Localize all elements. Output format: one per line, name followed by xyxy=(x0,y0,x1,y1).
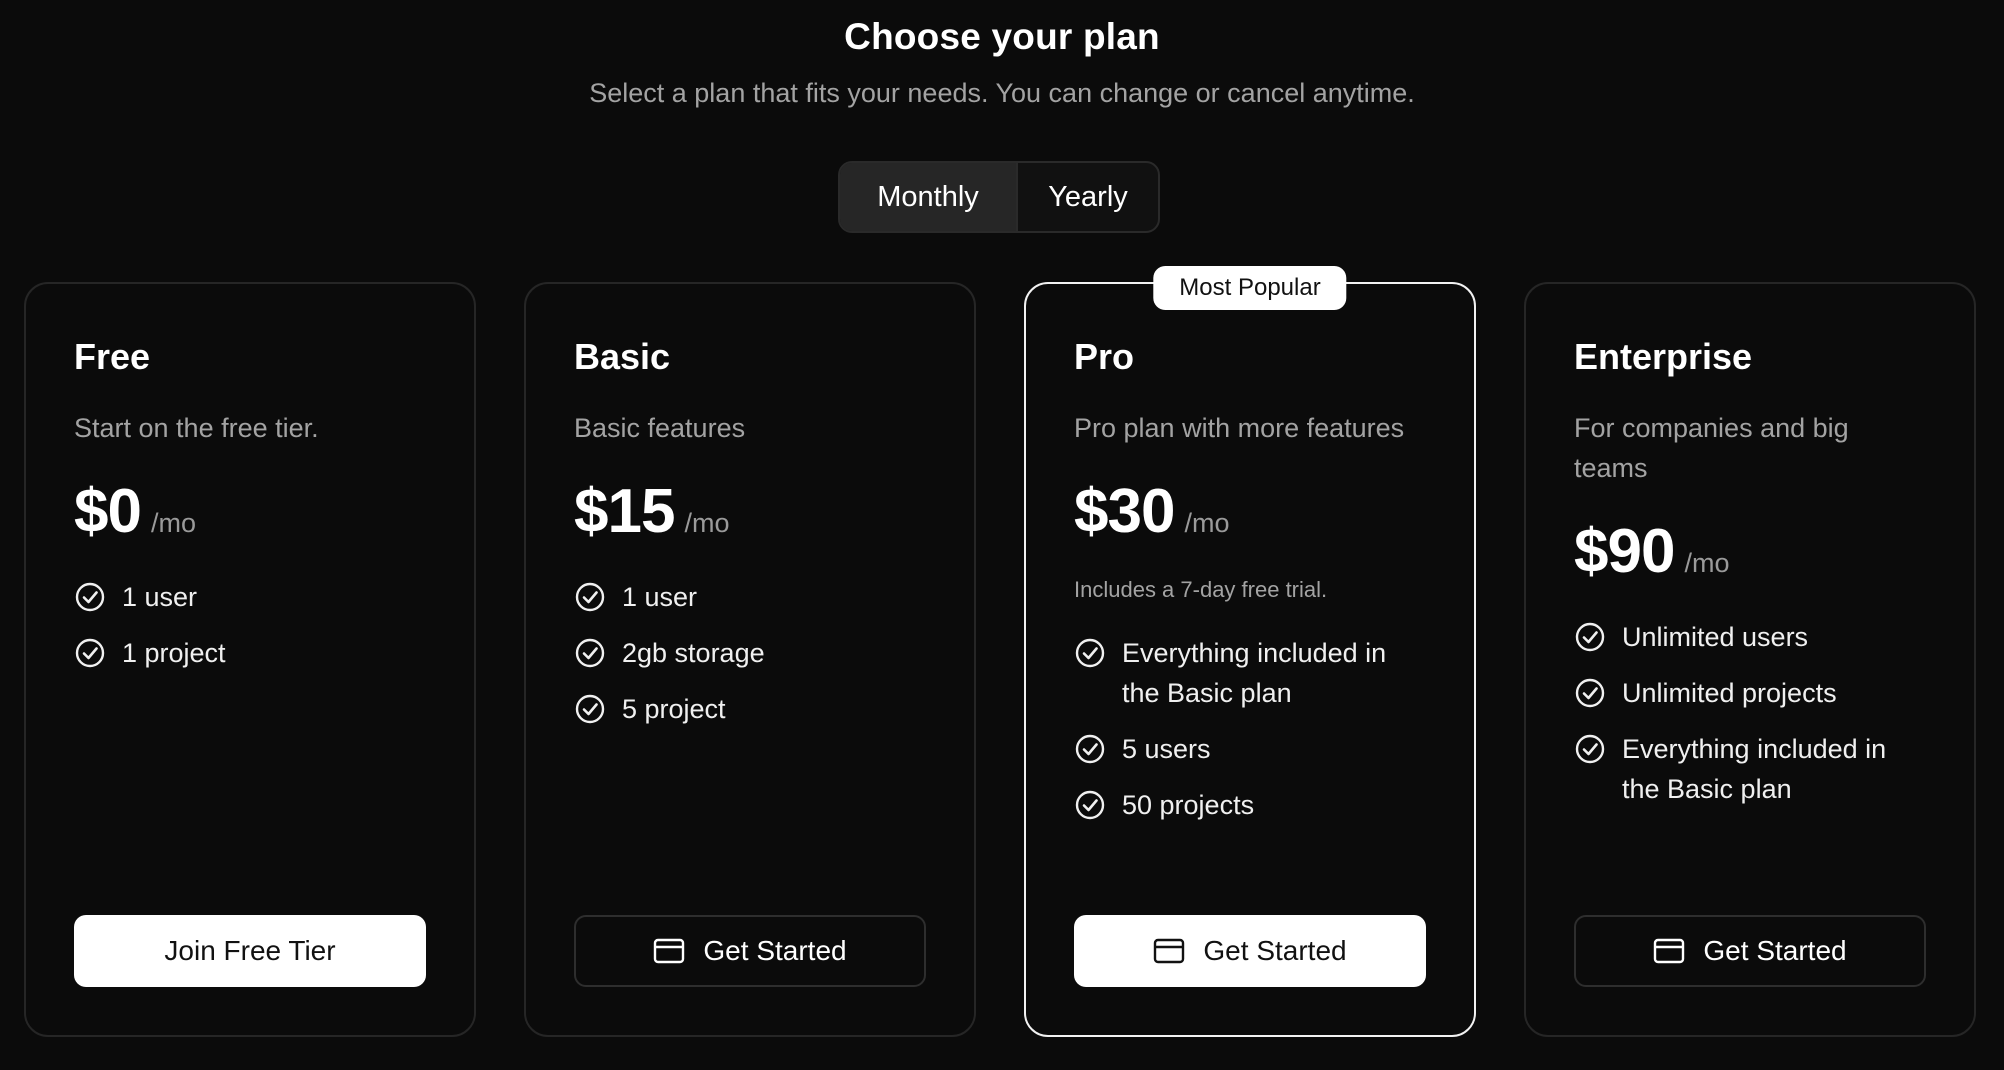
check-circle-icon xyxy=(75,638,105,668)
get-started-button[interactable]: Get Started xyxy=(1074,915,1426,987)
credit-card-icon xyxy=(1154,938,1185,964)
billing-yearly-option[interactable]: Yearly xyxy=(1018,163,1158,231)
plan-card-pro: Most Popular Pro Pro plan with more feat… xyxy=(1024,266,1476,1037)
price-period: /mo xyxy=(684,508,730,538)
check-circle-icon xyxy=(75,582,105,612)
feature-item: Everything included in the Basic plan xyxy=(1074,633,1426,713)
feature-item: 5 users xyxy=(1074,729,1426,769)
most-popular-badge: Most Popular xyxy=(1153,266,1347,310)
feature-text: 2gb storage xyxy=(622,638,765,668)
plan-name: Enterprise xyxy=(1574,336,1753,377)
get-started-button[interactable]: Get Started xyxy=(1574,915,1926,987)
page-title: Choose your plan xyxy=(844,16,1160,57)
plan-card-enterprise: Enterprise For companies and big teams $… xyxy=(1524,282,1976,1037)
price-period: /mo xyxy=(1684,548,1730,578)
check-circle-icon xyxy=(1575,734,1605,764)
feature-item: Everything included in the Basic plan xyxy=(1574,729,1926,809)
feature-text: Unlimited projects xyxy=(1622,678,1837,708)
feature-item: Unlimited projects xyxy=(1574,673,1926,713)
feature-text: 1 project xyxy=(122,638,226,668)
plan-price: $90 xyxy=(1574,517,1675,586)
feature-list: Everything included in the Basic plan 5 … xyxy=(1074,633,1426,825)
plan-price: $15 xyxy=(574,477,675,546)
check-circle-icon xyxy=(575,694,605,724)
plan-price: $30 xyxy=(1074,477,1175,546)
plan-name: Pro xyxy=(1074,336,1135,377)
billing-monthly-option[interactable]: Monthly xyxy=(840,163,1018,231)
credit-card-icon xyxy=(654,938,685,964)
feature-item: 2gb storage xyxy=(574,633,926,673)
feature-list: 1 user 1 project xyxy=(74,577,426,673)
get-started-button[interactable]: Get Started xyxy=(574,915,926,987)
feature-list: Unlimited users Unlimited projects Every… xyxy=(1574,617,1926,809)
price-period: /mo xyxy=(150,508,196,538)
feature-item: 50 projects xyxy=(1074,785,1426,825)
feature-text: 1 user xyxy=(622,582,698,612)
page-subtitle: Select a plan that fits your needs. You … xyxy=(589,78,1415,108)
plan-description: Pro plan with more features xyxy=(1074,413,1405,443)
feature-text: Unlimited users xyxy=(1622,622,1809,652)
feature-item: 1 user xyxy=(74,577,426,617)
feature-text: Everything included in the Basic plan xyxy=(1122,638,1387,708)
check-circle-icon xyxy=(1575,622,1605,652)
trial-note: Includes a 7-day free trial. xyxy=(1074,577,1328,602)
price-row: $30 /mo xyxy=(1074,476,1426,547)
check-circle-icon xyxy=(1075,790,1105,820)
pricing-page: Choose your plan Select a plan that fits… xyxy=(0,0,2004,1070)
check-circle-icon xyxy=(575,638,605,668)
check-circle-icon xyxy=(1075,638,1105,668)
price-row: $0 /mo xyxy=(74,476,426,547)
feature-list: 1 user 2gb storage 5 project xyxy=(574,577,926,729)
plan-name: Basic xyxy=(574,336,671,377)
button-label: Get Started xyxy=(703,935,847,966)
plan-description: Basic features xyxy=(574,413,746,443)
plan-name: Free xyxy=(74,336,151,377)
billing-toggle: Monthly Yearly xyxy=(838,161,1160,233)
plan-description: Start on the free tier. xyxy=(74,413,319,443)
feature-item: Unlimited users xyxy=(1574,617,1926,657)
check-circle-icon xyxy=(575,582,605,612)
feature-item: 1 user xyxy=(574,577,926,617)
feature-item: 1 project xyxy=(74,633,426,673)
credit-card-icon xyxy=(1654,938,1685,964)
price-row: $15 /mo xyxy=(574,476,926,547)
check-circle-icon xyxy=(1575,678,1605,708)
feature-text: 5 project xyxy=(622,694,726,724)
feature-text: 1 user xyxy=(122,582,198,612)
plan-price: $0 xyxy=(74,477,142,546)
check-circle-icon xyxy=(1075,734,1105,764)
plan-card-basic: Basic Basic features $15 /mo 1 user 2gb … xyxy=(524,282,976,1037)
feature-text: Everything included in the Basic plan xyxy=(1622,734,1887,804)
feature-item: 5 project xyxy=(574,689,926,729)
price-period: /mo xyxy=(1184,508,1230,538)
plan-description: For companies and big teams xyxy=(1574,413,1849,483)
join-free-tier-button[interactable]: Join Free Tier xyxy=(74,915,426,987)
price-row: $90 /mo xyxy=(1574,516,1926,587)
button-label: Join Free Tier xyxy=(164,935,336,966)
plan-card-free: Free Start on the free tier. $0 /mo 1 us… xyxy=(24,282,476,1037)
button-label: Get Started xyxy=(1203,935,1347,966)
feature-text: 50 projects xyxy=(1122,790,1255,820)
feature-text: 5 users xyxy=(1122,734,1211,764)
button-label: Get Started xyxy=(1703,935,1847,966)
